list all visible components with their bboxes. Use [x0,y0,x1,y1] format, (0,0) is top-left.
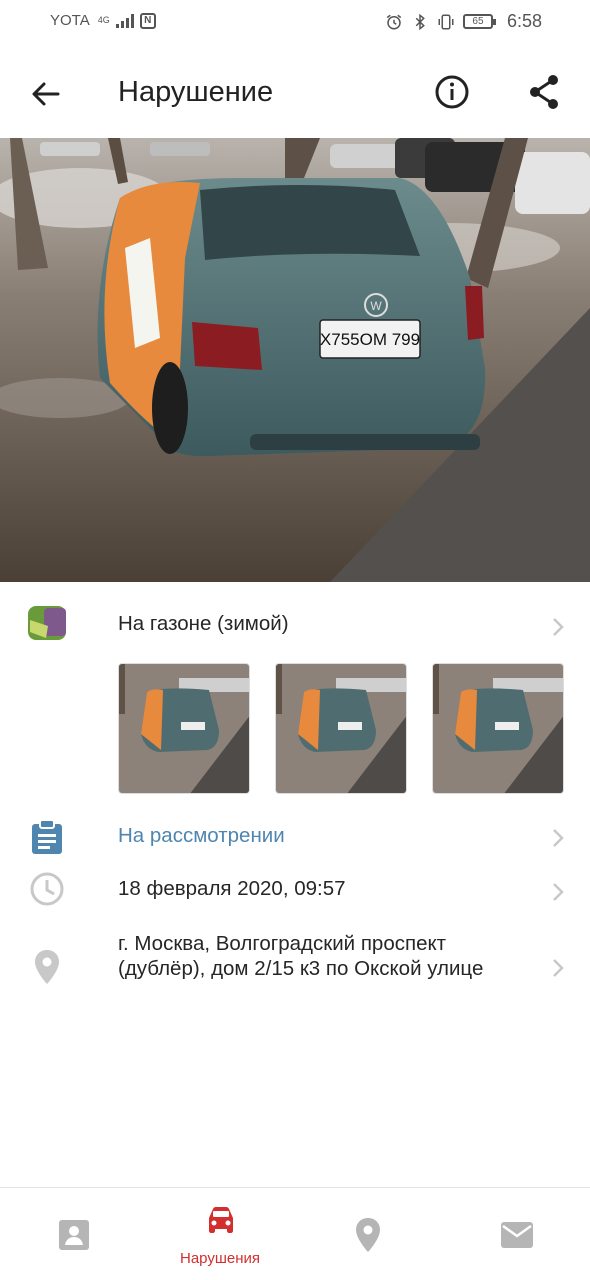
chevron-right-icon [553,959,564,977]
arrow-left-icon [32,82,60,106]
photo-thumbnails [118,663,566,794]
violation-type-row[interactable]: На газоне (зимой) [0,598,590,648]
violation-address: г. Москва, Волгоградский проспект (дублё… [118,932,484,980]
violation-status: На рассмотрении [118,824,285,847]
violation-photo[interactable]: X755OM 799 W [0,138,590,582]
map-pin-icon [356,1218,380,1252]
svg-text:W: W [370,299,382,313]
back-button[interactable] [26,74,66,114]
profile-icon [59,1220,89,1250]
network-type-label: 4G [97,15,110,25]
vibrate-icon [438,14,454,29]
nav-profile[interactable] [24,1188,124,1280]
nav-map[interactable] [318,1188,418,1280]
page-title: Нарушение [118,76,274,108]
address-row[interactable]: г. Москва, Волгоградский проспект (дублё… [0,928,590,1008]
chevron-right-icon [553,618,564,636]
nav-violations-label: Нарушения [179,1250,260,1267]
chevron-right-icon [553,883,564,901]
lawn-category-icon [26,602,68,644]
violation-screen: YOTA 4G N 65 6:58 Нарушение X755OM 799 W… [0,0,590,1280]
nav-messages[interactable] [466,1188,566,1280]
clock-icon [30,872,64,906]
license-plate: X755OM 799 [320,330,420,349]
nfc-icon: N [139,12,156,29]
status-bar-left: YOTA 4G N [50,12,156,29]
photo-thumbnail-1[interactable] [118,663,250,794]
violation-datetime: 18 февраля 2020, 09:57 [118,877,346,900]
alarm-icon [386,14,402,29]
car-icon [209,1207,233,1233]
clipboard-icon [32,819,62,854]
share-icon [530,75,558,109]
app-bar: Нарушение [0,52,590,136]
signal-icon [115,13,134,28]
carrier-label: YOTA [50,12,90,29]
share-button[interactable] [524,72,564,112]
info-icon [435,75,469,109]
status-bar-right: 65 6:58 [385,11,542,32]
nav-violations[interactable]: Нарушения [170,1188,270,1280]
datetime-row[interactable]: 18 февраля 2020, 09:57 [0,866,590,914]
photo-thumbnail-2[interactable] [275,663,407,794]
battery-icon: 65 [462,14,496,29]
violation-type-label: На газоне (зимой) [118,612,289,635]
car-photo-illustration: X755OM 799 W [0,138,590,582]
photo-thumbnail-3[interactable] [432,663,564,794]
chevron-right-icon [553,829,564,847]
status-bar: YOTA 4G N 65 6:58 [0,0,590,46]
mail-icon [501,1222,533,1248]
status-row[interactable]: На рассмотрении [0,812,590,860]
bluetooth-icon [415,13,425,30]
bottom-navigation: Нарушения [0,1187,590,1280]
clock-time: 6:58 [506,11,542,31]
location-pin-icon [35,950,59,984]
info-button[interactable] [432,72,472,112]
